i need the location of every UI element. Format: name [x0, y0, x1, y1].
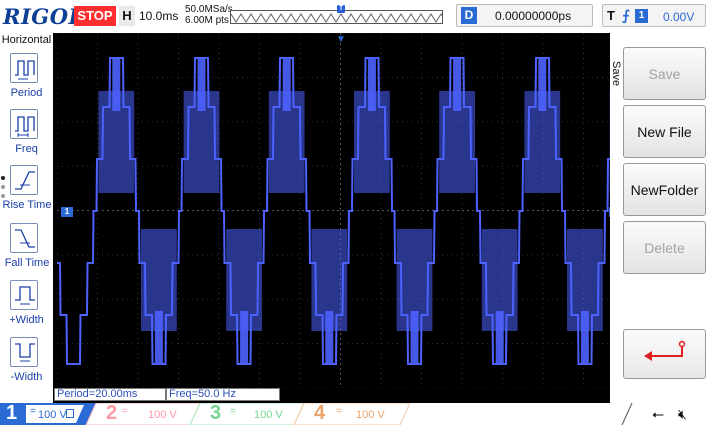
measure-freq[interactable]: Freq — [0, 109, 53, 165]
period-icon — [10, 53, 38, 83]
measure-menu: Horizontal Period Freq Rise Time Fall Ti… — [0, 33, 53, 403]
trigger-key: T — [607, 8, 615, 23]
measure-positive-width[interactable]: +Width — [0, 280, 53, 336]
run-stop-status[interactable]: STOP — [74, 6, 116, 26]
trigger-position-arrow[interactable]: ▼ — [336, 34, 346, 48]
channel2-coupling: = — [122, 406, 128, 417]
freq-icon — [10, 109, 38, 139]
channel3-coupling: = — [230, 406, 236, 417]
trigger-source: 1 — [635, 9, 648, 23]
channel3-scale: 100 V — [254, 409, 283, 421]
channel4-scale: 100 V — [356, 409, 385, 421]
switching-spike — [367, 59, 376, 111]
channel1-scale: 100 V — [38, 409, 67, 421]
switching-spike — [240, 311, 249, 363]
new-folder-button[interactable]: NewFolder — [623, 163, 706, 216]
channel2-number: 2 — [106, 402, 118, 424]
switching-spike — [580, 311, 589, 363]
brand-logo: RIGOL — [3, 4, 84, 29]
channel4-number: 4 — [314, 402, 326, 424]
sample-rate: 50.0MSa/s — [185, 4, 233, 15]
delay-value: 0.00000000ps — [495, 9, 572, 23]
bandwidth-limit-icon — [66, 409, 74, 418]
save-menu: Save Save New File NewFolder Delete — [610, 33, 708, 403]
fall-time-label: Fall Time — [4, 257, 50, 269]
switching-spike — [154, 311, 163, 363]
switching-spike — [538, 59, 547, 111]
delete-button[interactable]: Delete — [623, 221, 706, 274]
channel1-number: 1 — [6, 402, 18, 424]
return-arrow-icon — [644, 340, 686, 361]
positive-width-icon — [10, 280, 38, 310]
rising-edge-icon: ⨍ — [622, 7, 630, 23]
switching-spike — [453, 59, 462, 111]
channel4-coupling: = — [336, 406, 342, 417]
period-label: Period — [10, 87, 43, 99]
delay-key: D — [461, 7, 477, 24]
switching-spike — [197, 59, 206, 111]
new-file-label: New File — [637, 124, 692, 140]
waveform-display[interactable] — [57, 33, 624, 388]
channel2-scale: 100 V — [148, 409, 177, 421]
trigger-status[interactable]: T ⨍ 1 0.00V — [602, 4, 706, 27]
freq-label: Freq — [15, 143, 38, 155]
trigger-position-marker: T — [337, 5, 345, 13]
timebase-value[interactable]: 10.0ms — [139, 9, 178, 23]
new-folder-label: NewFolder — [630, 182, 699, 198]
positive-width-label: +Width — [9, 314, 44, 326]
save-button[interactable]: Save — [623, 47, 706, 100]
rise-time-label: Rise Time — [2, 199, 52, 211]
switching-spike — [282, 59, 291, 111]
measure-rise-time[interactable]: Rise Time — [0, 165, 53, 221]
measurement-period: Period=20.00ms — [54, 388, 166, 401]
channel1-tab[interactable]: 1 = 100 V — [0, 402, 92, 425]
switching-spike — [112, 59, 121, 111]
channel3-tab[interactable]: 3 = 100 V — [200, 402, 300, 425]
top-status-bar: RIGOL STOP H 10.0ms 50.0MSa/s 6.00M pts … — [0, 0, 708, 33]
horizontal-delay[interactable]: D 0.00000000ps — [456, 4, 593, 27]
sound-muted-icon[interactable]: 🔇︎ — [678, 406, 687, 423]
channel3-number: 3 — [210, 402, 222, 424]
channel4-tab[interactable]: 4 = 100 V — [304, 402, 404, 425]
usb-icon[interactable]: ⭠ — [652, 406, 664, 423]
measure-fall-time[interactable]: Fall Time — [0, 223, 53, 279]
switching-spike — [495, 311, 504, 363]
return-button[interactable] — [623, 329, 706, 379]
measurement-freq: Freq=50.0 Hz — [166, 388, 280, 401]
rise-time-icon — [10, 165, 38, 195]
acquisition-info: 50.0MSa/s 6.00M pts — [185, 4, 233, 26]
measure-period[interactable]: Period — [0, 53, 53, 109]
channel1-coupling: = — [30, 406, 36, 417]
delete-label: Delete — [644, 240, 685, 256]
channel-bar: 1 = 100 V 2 = 100 V 3 = 100 V 4 = 100 V … — [0, 402, 708, 425]
horizontal-key[interactable]: H — [119, 6, 135, 26]
save-button-label: Save — [648, 66, 681, 82]
new-file-button[interactable]: New File — [623, 105, 706, 158]
trigger-level: 0.00V — [663, 10, 695, 24]
negative-width-icon — [10, 337, 38, 367]
channel2-tab[interactable]: 2 = 100 V — [96, 402, 196, 425]
menu-title: Horizontal — [1, 34, 52, 46]
switching-spike — [325, 311, 334, 363]
switching-spike — [410, 311, 419, 363]
memory-depth: 6.00M pts — [185, 15, 229, 26]
menu-title: Save — [610, 61, 622, 87]
channel1-offset-marker[interactable]: 1 — [61, 207, 73, 217]
graticule — [57, 33, 624, 388]
negative-width-label: -Width — [10, 371, 43, 383]
measure-negative-width[interactable]: -Width — [0, 337, 53, 393]
fall-time-icon — [10, 223, 38, 253]
